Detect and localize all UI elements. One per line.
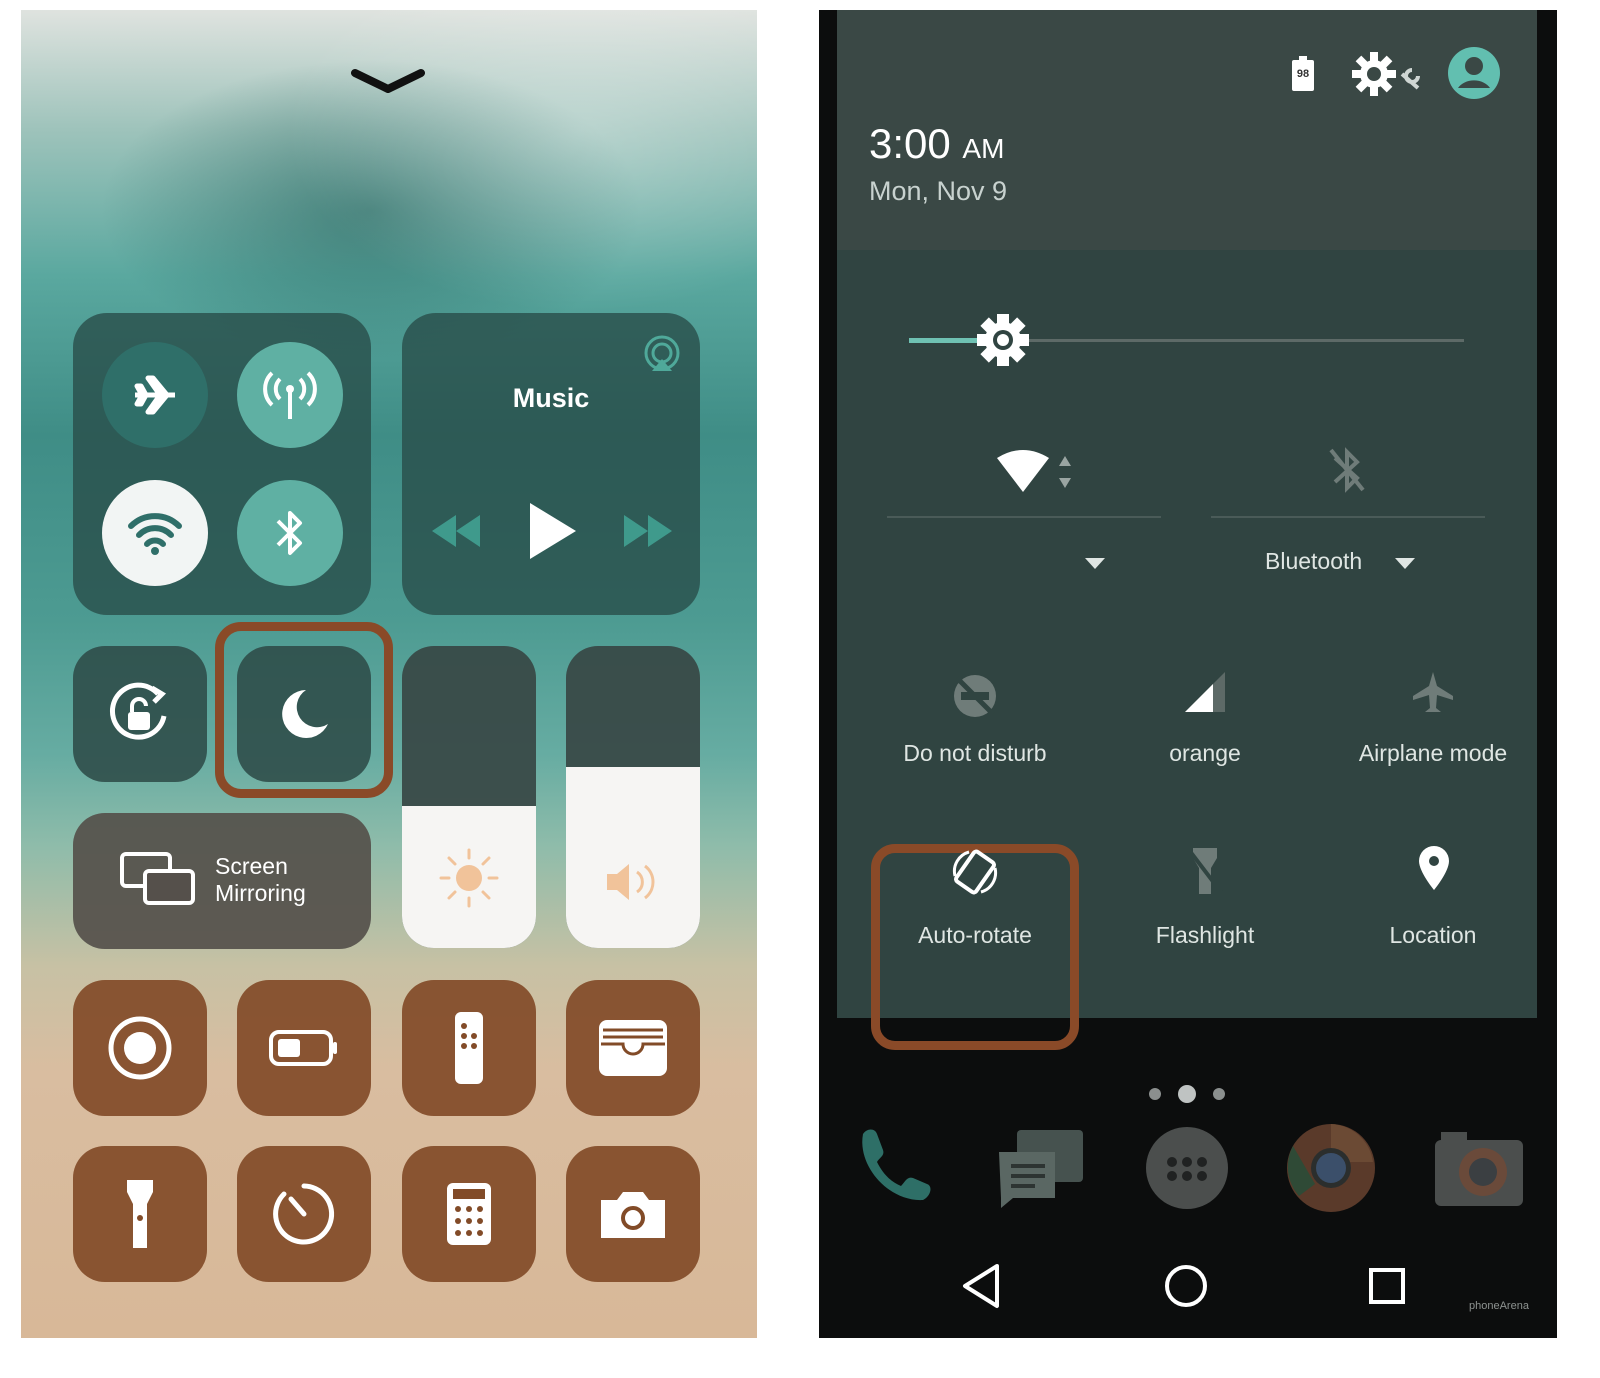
play-icon[interactable]	[526, 501, 578, 561]
music-module[interactable]: Music	[402, 313, 700, 615]
airplane-icon	[134, 375, 175, 415]
auto-rotate-icon	[949, 846, 1001, 898]
wallet-button[interactable]	[566, 980, 700, 1116]
wifi-button[interactable]	[102, 480, 208, 586]
ios-control-center: Music Screen Mirroring	[21, 10, 757, 1338]
flashlight-off-icon	[1187, 846, 1223, 896]
record-icon	[108, 1016, 172, 1080]
speaker-icon	[566, 860, 700, 904]
camera-button[interactable]	[566, 1146, 700, 1282]
orientation-lock-icon	[109, 682, 167, 740]
flashlight-button[interactable]	[73, 1146, 207, 1282]
cellular-tile[interactable]: orange	[1101, 644, 1309, 784]
brightness-slider[interactable]	[402, 646, 536, 948]
connectivity-module	[73, 313, 371, 615]
screen-recording-button[interactable]	[73, 980, 207, 1116]
date-label: Mon, Nov 9	[869, 176, 1008, 206]
settings-gear-icon[interactable]	[1352, 50, 1424, 98]
screen-mirroring-label-line1: Screen	[215, 853, 288, 879]
quick-settings-panel: Bluetooth Do not disturb orange Airplane…	[837, 250, 1537, 1050]
screen-mirroring-label: Screen Mirroring	[215, 853, 306, 907]
brightness-thumb-icon[interactable]	[975, 312, 1031, 368]
back-button-icon[interactable]	[959, 1262, 1003, 1310]
camera-icon	[601, 1192, 665, 1238]
wifi-expand-icon[interactable]	[1085, 558, 1105, 570]
auto-rotate-label: Auto-rotate	[918, 922, 1032, 948]
highlight-box	[215, 622, 393, 798]
low-power-mode-button[interactable]	[237, 980, 371, 1116]
calculator-icon	[447, 1183, 491, 1245]
rewind-icon[interactable]	[430, 511, 482, 551]
battery-status: 98	[1291, 56, 1315, 92]
timer-button[interactable]	[237, 1146, 371, 1282]
page-indicator	[1141, 1082, 1231, 1106]
fast-forward-icon[interactable]	[622, 511, 674, 551]
bluetooth-tile[interactable]: Bluetooth	[1211, 440, 1485, 580]
auto-rotate-tile[interactable]: Auto-rotate	[871, 826, 1079, 966]
wifi-divider	[887, 516, 1161, 518]
bluetooth-label: Bluetooth	[1265, 548, 1363, 574]
user-avatar-icon[interactable]	[1447, 46, 1501, 100]
recents-button-icon[interactable]	[1367, 1266, 1407, 1306]
signal-strength-icon	[1183, 670, 1227, 714]
brightness-slider[interactable]	[909, 310, 1464, 370]
sun-icon	[402, 846, 536, 910]
do-not-disturb-label: Do not disturb	[903, 740, 1047, 766]
bluetooth-expand-icon[interactable]	[1395, 558, 1415, 570]
airplane-mode-tile[interactable]: Airplane mode	[1329, 644, 1537, 784]
airplane-mode-label: Airplane mode	[1358, 740, 1508, 766]
remote-icon	[455, 1012, 483, 1084]
app-drawer-icon[interactable]	[1145, 1126, 1229, 1210]
bluetooth-button[interactable]	[237, 480, 343, 586]
battery-icon	[269, 1030, 337, 1066]
flashlight-label: Flashlight	[1155, 922, 1255, 948]
android-quick-settings: 98 3:00 AM Mon, Nov 9 Bluetooth Do not d…	[819, 10, 1557, 1338]
bluetooth-icon	[276, 511, 302, 555]
do-not-disturb-tile[interactable]: Do not disturb	[871, 644, 1079, 784]
phone-app-icon[interactable]	[849, 1120, 937, 1208]
camera-app-icon[interactable]	[1433, 1128, 1525, 1208]
wifi-icon	[128, 513, 182, 555]
battery-level-text: 98	[1296, 68, 1310, 80]
timer-icon	[273, 1183, 335, 1245]
clock-ampm: AM	[962, 133, 1005, 164]
cellular-data-button[interactable]	[237, 342, 343, 448]
calculator-button[interactable]	[402, 1146, 536, 1282]
orientation-lock-button[interactable]	[73, 646, 207, 782]
volume-slider[interactable]	[566, 646, 700, 948]
location-tile[interactable]: Location	[1329, 826, 1537, 966]
clock-time: 3:00 AM	[869, 120, 1004, 168]
bluetooth-off-icon	[1327, 446, 1367, 494]
airplane-icon	[1409, 668, 1457, 716]
wifi-tile[interactable]	[887, 440, 1161, 580]
airplane-mode-button[interactable]	[102, 342, 208, 448]
wallet-icon	[599, 1020, 667, 1076]
brightness-level-fill	[402, 806, 536, 948]
location-pin-icon	[1417, 844, 1451, 892]
airplay-icon[interactable]	[642, 333, 682, 373]
screen-mirroring-button[interactable]: Screen Mirroring	[73, 813, 371, 949]
cellular-label: orange	[1169, 740, 1241, 766]
messenger-app-icon[interactable]	[995, 1126, 1087, 1210]
apple-tv-remote-button[interactable]	[402, 980, 536, 1116]
watermark-logo: phoneArena	[1469, 1300, 1529, 1312]
wifi-signal-icon	[995, 448, 1079, 496]
clock-hours-minutes: 3:00	[869, 120, 951, 167]
location-label: Location	[1389, 922, 1477, 948]
quick-settings-header: 98 3:00 AM Mon, Nov 9	[837, 10, 1537, 250]
flashlight-tile[interactable]: Flashlight	[1101, 826, 1309, 966]
bluetooth-divider	[1211, 516, 1485, 518]
screen-mirroring-icon	[119, 851, 197, 907]
flashlight-icon	[127, 1180, 153, 1248]
screen-mirroring-label-line2: Mirroring	[215, 880, 306, 906]
home-button-icon[interactable]	[1162, 1262, 1210, 1310]
music-title: Music	[512, 383, 590, 413]
dismiss-chevron-icon[interactable]	[351, 65, 425, 95]
chrome-app-icon[interactable]	[1285, 1122, 1377, 1214]
do-not-disturb-icon	[951, 672, 999, 720]
cellular-antenna-icon	[263, 371, 317, 419]
volume-level-fill	[566, 766, 700, 948]
